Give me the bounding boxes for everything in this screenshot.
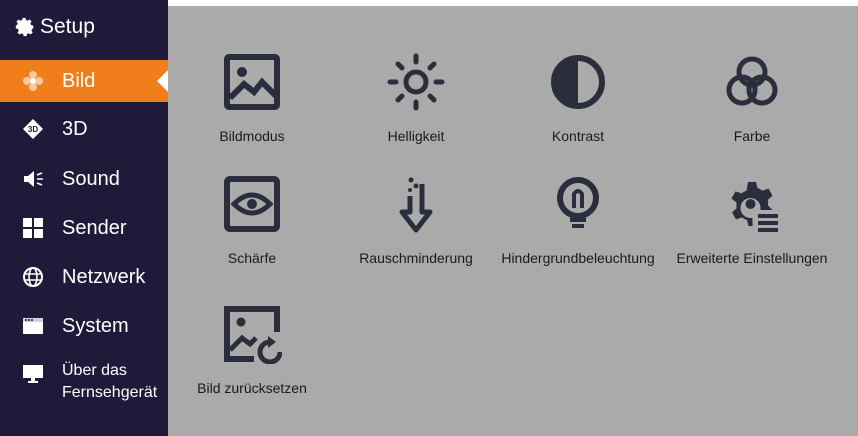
sidebar-item-system[interactable]: System [0,305,168,347]
speaker-icon [22,168,44,190]
tile-label: Farbe [733,128,771,144]
sidebar-item-label: Über das Fernsehgerät [62,360,157,404]
sidebar-item-netzwerk[interactable]: Netzwerk [0,256,168,298]
sidebar-item-3d[interactable]: 3D 3D [0,108,168,150]
color-circles-icon [726,56,778,106]
monitor-icon [22,363,44,385]
sidebar-item-sound[interactable]: Sound [0,158,168,200]
sidebar-item-label: Sound [62,167,120,190]
image-icon [224,54,280,110]
sidebar-item-label: Sender [62,216,127,239]
gear-icon [15,17,34,37]
globe-icon [22,266,44,288]
sidebar-item-label: 3D [62,117,88,140]
eye-frame-icon [224,176,280,232]
about-line-2: Fernsehgerät [62,384,158,401]
system-window-icon [22,315,44,337]
tile-label: Bild zurücksetzen [197,380,307,396]
svg-text:3D: 3D [28,125,38,134]
contrast-icon [551,55,605,109]
sidebar-item-label: Netzwerk [62,265,146,288]
3d-icon: 3D [22,118,44,140]
noise-reduction-icon [399,177,433,233]
about-line-1: Über das [62,362,127,379]
settings-panel: Bildmodus Helligkeit Kontrast Farbe Schä… [168,6,858,436]
tv-setup-screen: Setup Bild 3D 3D Sound Sender Netzwerk S… [0,0,858,436]
sidebar: Setup Bild 3D 3D Sound Sender Netzwerk S… [0,0,169,436]
advanced-settings-icon [731,182,778,232]
sidebar-item-about-tv[interactable]: Über das Fernsehgerät [0,360,168,412]
grid-icon [22,217,44,239]
tile-label: Erweiterte Einstellungen [676,250,828,266]
sidebar-title: Setup [14,12,95,42]
lightbulb-icon [557,177,599,228]
image-reset-icon [224,306,282,364]
sidebar-title-label: Setup [40,15,95,38]
sidebar-item-sender[interactable]: Sender [0,207,168,249]
brightness-icon [387,53,445,111]
sidebar-item-label: Bild [62,69,96,92]
bild-icon [22,70,44,92]
sidebar-item-bild[interactable]: Bild [0,60,169,102]
sidebar-item-label: System [62,314,129,337]
